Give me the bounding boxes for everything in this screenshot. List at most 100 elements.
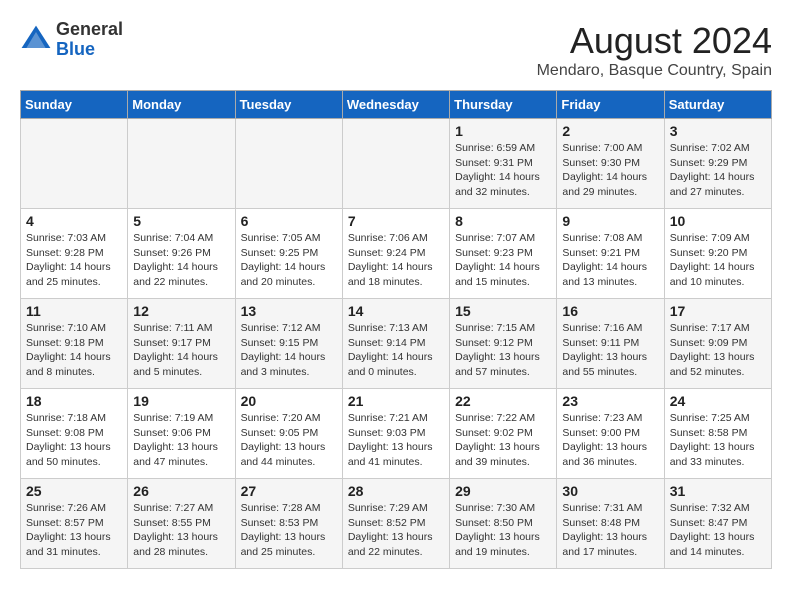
calendar-table: SundayMondayTuesdayWednesdayThursdayFrid…: [20, 90, 772, 569]
day-number: 27: [241, 483, 337, 499]
calendar-cell: 29Sunrise: 7:30 AM Sunset: 8:50 PM Dayli…: [450, 479, 557, 569]
day-number: 29: [455, 483, 551, 499]
day-info: Sunrise: 7:28 AM Sunset: 8:53 PM Dayligh…: [241, 501, 337, 560]
day-info: Sunrise: 7:18 AM Sunset: 9:08 PM Dayligh…: [26, 411, 122, 470]
day-number: 2: [562, 123, 658, 139]
day-number: 18: [26, 393, 122, 409]
day-number: 10: [670, 213, 766, 229]
calendar-cell: 24 Sunrise: 7:25 AM Sunset: 8:58 PM Dayli…: [664, 389, 771, 479]
calendar-cell: 19 Sunrise: 7:19 AM Sunset: 9:06 PM Dayli…: [128, 389, 235, 479]
calendar-week-1: 1 Sunrise: 6:59 AM Sunset: 9:31 PM Daylig…: [21, 119, 772, 209]
day-info: Sunrise: 7:02 AM Sunset: 9:29 PM Dayligh…: [670, 141, 766, 200]
day-info: Sunrise: 7:25 AM Sunset: 8:58 PM Dayligh…: [670, 411, 766, 470]
calendar-cell: 11 Sunrise: 7:10 AM Sunset: 9:18 PM Dayli…: [21, 299, 128, 389]
day-info: Sunrise: 6:59 AM Sunset: 9:31 PM Dayligh…: [455, 141, 551, 200]
calendar-header-row: SundayMondayTuesdayWednesdayThursdayFrid…: [21, 91, 772, 119]
day-number: 11: [26, 303, 122, 319]
month-year: August 2024: [537, 20, 772, 62]
day-info: Sunrise: 7:21 AM Sunset: 9:03 PM Dayligh…: [348, 411, 444, 470]
calendar-week-4: 18 Sunrise: 7:18 AM Sunset: 9:08 PM Dayli…: [21, 389, 772, 479]
day-number: 8: [455, 213, 551, 229]
day-number: 19: [133, 393, 229, 409]
day-info: Sunrise: 7:26 AM Sunset: 8:57 PM Dayligh…: [26, 501, 122, 560]
day-info: Sunrise: 7:10 AM Sunset: 9:18 PM Dayligh…: [26, 321, 122, 380]
calendar-cell: 17 Sunrise: 7:17 AM Sunset: 9:09 PM Dayli…: [664, 299, 771, 389]
day-info: Sunrise: 7:07 AM Sunset: 9:23 PM Dayligh…: [455, 231, 551, 290]
day-info: Sunrise: 7:19 AM Sunset: 9:06 PM Dayligh…: [133, 411, 229, 470]
calendar-cell: 8 Sunrise: 7:07 AM Sunset: 9:23 PM Daylig…: [450, 209, 557, 299]
day-info: Sunrise: 7:29 AM Sunset: 8:52 PM Dayligh…: [348, 501, 444, 560]
calendar-week-5: 25 Sunrise: 7:26 AM Sunset: 8:57 PM Dayli…: [21, 479, 772, 569]
logo-blue: Blue: [56, 39, 95, 59]
day-info: Sunrise: 7:32 AM Sunset: 8:47 PM Dayligh…: [670, 501, 766, 560]
day-number: 22: [455, 393, 551, 409]
calendar-week-2: 4Sunrise: 7:03 AM Sunset: 9:28 PM Daylig…: [21, 209, 772, 299]
logo: General Blue: [20, 20, 123, 60]
day-number: 17: [670, 303, 766, 319]
calendar-cell: 1 Sunrise: 6:59 AM Sunset: 9:31 PM Daylig…: [450, 119, 557, 209]
calendar-cell: 31Sunrise: 7:32 AM Sunset: 8:47 PM Dayli…: [664, 479, 771, 569]
calendar-cell: [235, 119, 342, 209]
calendar-cell: 13Sunrise: 7:12 AM Sunset: 9:15 PM Dayli…: [235, 299, 342, 389]
day-number: 9: [562, 213, 658, 229]
header-saturday: Saturday: [664, 91, 771, 119]
title-block: August 2024 Mendaro, Basque Country, Spa…: [537, 20, 772, 80]
calendar-cell: [128, 119, 235, 209]
day-number: 5: [133, 213, 229, 229]
day-info: Sunrise: 7:15 AM Sunset: 9:12 PM Dayligh…: [455, 321, 551, 380]
day-info: Sunrise: 7:16 AM Sunset: 9:11 PM Dayligh…: [562, 321, 658, 380]
day-info: Sunrise: 7:31 AM Sunset: 8:48 PM Dayligh…: [562, 501, 658, 560]
day-number: 28: [348, 483, 444, 499]
location: Mendaro, Basque Country, Spain: [537, 62, 772, 80]
calendar-cell: 4Sunrise: 7:03 AM Sunset: 9:28 PM Daylig…: [21, 209, 128, 299]
day-number: 7: [348, 213, 444, 229]
logo-general: General: [56, 19, 123, 39]
calendar-week-3: 11 Sunrise: 7:10 AM Sunset: 9:18 PM Dayli…: [21, 299, 772, 389]
calendar-cell: [342, 119, 449, 209]
day-number: 25: [26, 483, 122, 499]
header-monday: Monday: [128, 91, 235, 119]
day-number: 23: [562, 393, 658, 409]
day-number: 24: [670, 393, 766, 409]
calendar-cell: 21 Sunrise: 7:21 AM Sunset: 9:03 PM Dayli…: [342, 389, 449, 479]
calendar-cell: 14Sunrise: 7:13 AM Sunset: 9:14 PM Dayli…: [342, 299, 449, 389]
day-info: Sunrise: 7:06 AM Sunset: 9:24 PM Dayligh…: [348, 231, 444, 290]
day-info: Sunrise: 7:17 AM Sunset: 9:09 PM Dayligh…: [670, 321, 766, 380]
day-info: Sunrise: 7:09 AM Sunset: 9:20 PM Dayligh…: [670, 231, 766, 290]
header-sunday: Sunday: [21, 91, 128, 119]
day-info: Sunrise: 7:22 AM Sunset: 9:02 PM Dayligh…: [455, 411, 551, 470]
day-info: Sunrise: 7:11 AM Sunset: 9:17 PM Dayligh…: [133, 321, 229, 380]
calendar-cell: 22 Sunrise: 7:22 AM Sunset: 9:02 PM Dayli…: [450, 389, 557, 479]
day-info: Sunrise: 7:23 AM Sunset: 9:00 PM Dayligh…: [562, 411, 658, 470]
calendar-cell: 18 Sunrise: 7:18 AM Sunset: 9:08 PM Dayli…: [21, 389, 128, 479]
calendar-cell: [21, 119, 128, 209]
day-info: Sunrise: 7:00 AM Sunset: 9:30 PM Dayligh…: [562, 141, 658, 200]
day-info: Sunrise: 7:05 AM Sunset: 9:25 PM Dayligh…: [241, 231, 337, 290]
calendar-cell: 3Sunrise: 7:02 AM Sunset: 9:29 PM Daylig…: [664, 119, 771, 209]
day-number: 20: [241, 393, 337, 409]
day-number: 16: [562, 303, 658, 319]
calendar-cell: 30Sunrise: 7:31 AM Sunset: 8:48 PM Dayli…: [557, 479, 664, 569]
day-info: Sunrise: 7:04 AM Sunset: 9:26 PM Dayligh…: [133, 231, 229, 290]
header-tuesday: Tuesday: [235, 91, 342, 119]
day-number: 21: [348, 393, 444, 409]
day-number: 26: [133, 483, 229, 499]
day-info: Sunrise: 7:20 AM Sunset: 9:05 PM Dayligh…: [241, 411, 337, 470]
calendar-cell: 5 Sunrise: 7:04 AM Sunset: 9:26 PM Daylig…: [128, 209, 235, 299]
calendar-cell: 27 Sunrise: 7:28 AM Sunset: 8:53 PM Dayli…: [235, 479, 342, 569]
calendar-cell: 9 Sunrise: 7:08 AM Sunset: 9:21 PM Daylig…: [557, 209, 664, 299]
day-number: 13: [241, 303, 337, 319]
calendar-cell: 25 Sunrise: 7:26 AM Sunset: 8:57 PM Dayli…: [21, 479, 128, 569]
calendar-cell: 16 Sunrise: 7:16 AM Sunset: 9:11 PM Dayli…: [557, 299, 664, 389]
calendar-cell: 26Sunrise: 7:27 AM Sunset: 8:55 PM Dayli…: [128, 479, 235, 569]
header-wednesday: Wednesday: [342, 91, 449, 119]
calendar-cell: 2 Sunrise: 7:00 AM Sunset: 9:30 PM Daylig…: [557, 119, 664, 209]
day-number: 6: [241, 213, 337, 229]
day-info: Sunrise: 7:08 AM Sunset: 9:21 PM Dayligh…: [562, 231, 658, 290]
calendar-cell: 7 Sunrise: 7:06 AM Sunset: 9:24 PM Daylig…: [342, 209, 449, 299]
calendar-cell: 6 Sunrise: 7:05 AM Sunset: 9:25 PM Daylig…: [235, 209, 342, 299]
calendar-cell: 23 Sunrise: 7:23 AM Sunset: 9:00 PM Dayli…: [557, 389, 664, 479]
logo-text: General Blue: [56, 20, 123, 60]
day-number: 12: [133, 303, 229, 319]
day-number: 1: [455, 123, 551, 139]
